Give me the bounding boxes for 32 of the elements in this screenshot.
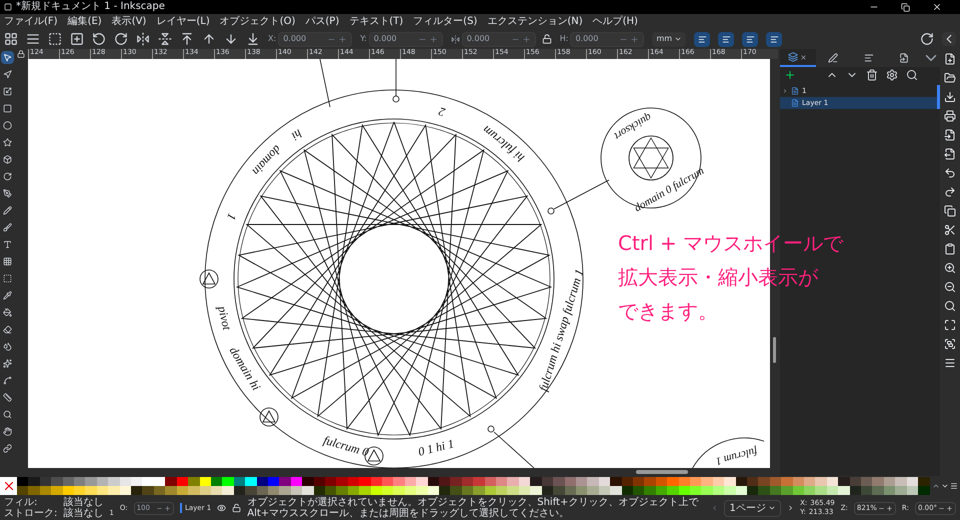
window-title: *新規ドキュメント 1 - Inkscape: [16, 2, 165, 12]
number-field[interactable]: 0.000: [278, 32, 352, 46]
ring-label: hi: [289, 126, 305, 144]
ring-label: fulcrum 1: [714, 444, 759, 468]
menu-item[interactable]: パス(P): [305, 16, 340, 26]
stroke-label: ストローク:: [4, 508, 58, 519]
menu-item[interactable]: 編集(E): [68, 16, 102, 26]
ring-label: fulcrum 0: [322, 432, 370, 460]
menu-item[interactable]: レイヤー(L): [156, 16, 210, 26]
menu-item[interactable]: フィルター(S): [413, 16, 478, 26]
unit-dropdown[interactable]: mm: [652, 32, 686, 46]
ring-label: 2: [437, 104, 447, 120]
ring-label: 1: [224, 211, 240, 222]
stroke-value: 該当なし: [63, 508, 104, 519]
fill-value: 該当なし: [63, 497, 104, 508]
status-message: オブジェクトが選択されていません。オブジェクトをクリック、Shift+クリック、オブジェクト上でAlt+マウススクロール、または周囲をドラッグして選択してください。: [247, 497, 700, 519]
number-field[interactable]: 0.000: [570, 32, 644, 46]
field-label: X:: [268, 33, 276, 45]
field-label: Y:: [360, 33, 367, 45]
field-label: H:: [560, 33, 568, 45]
menu-item[interactable]: ヘルプ(H): [592, 16, 638, 26]
fill-label: フィル:: [4, 497, 38, 508]
ring-label: pivot: [215, 304, 234, 332]
number-field[interactable]: 0.000: [368, 32, 443, 46]
menu-item[interactable]: 表示(V): [112, 16, 146, 26]
menu-item[interactable]: エクステンション(N): [487, 16, 583, 26]
menu-item[interactable]: オブジェクト(O): [220, 16, 296, 26]
page-dropdown[interactable]: 1ページ: [724, 500, 781, 516]
menu-item[interactable]: ファイル(F): [4, 16, 58, 26]
number-field[interactable]: 0.000: [462, 32, 536, 46]
ring-label: 0 1 hi 1: [416, 436, 456, 459]
menu-item[interactable]: テキスト(T): [349, 16, 404, 26]
